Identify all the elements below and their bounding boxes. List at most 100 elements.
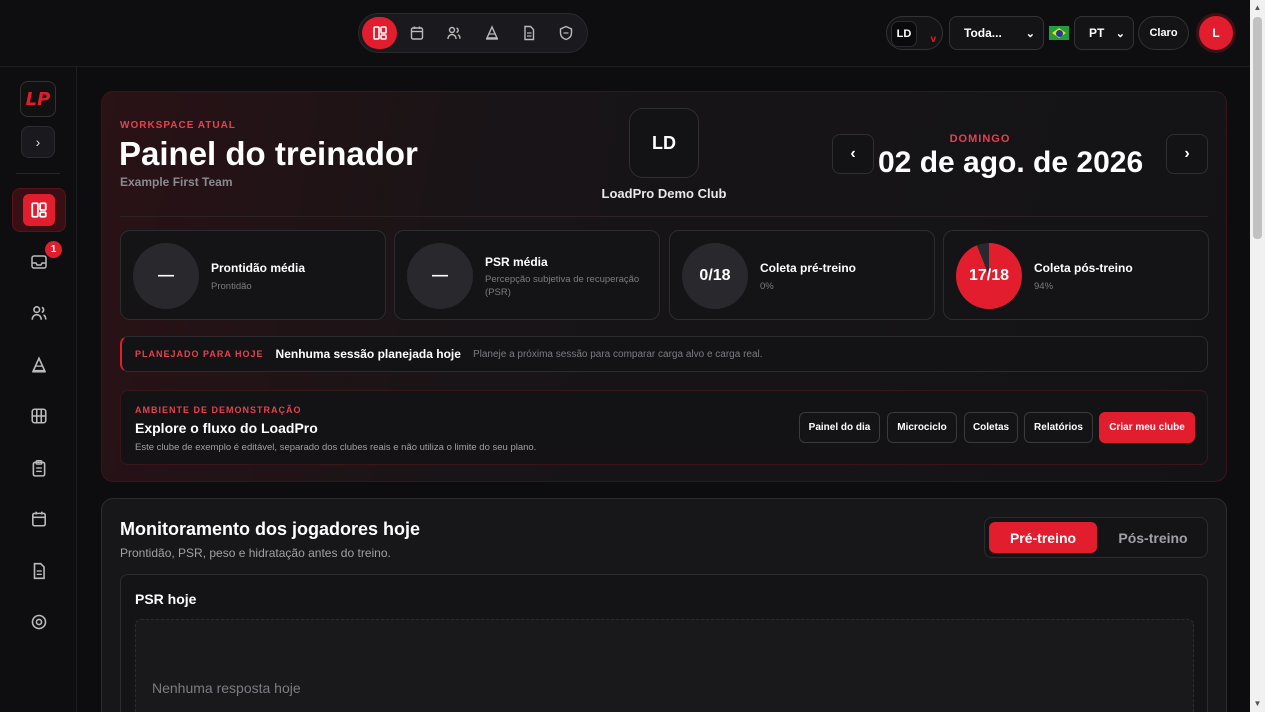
planned-label: PLANEJADO PARA HOJE <box>135 349 264 359</box>
tab-pre-training[interactable]: Pré-treino <box>989 522 1097 553</box>
theme-toggle-button[interactable]: Claro <box>1138 16 1189 50</box>
stat-value: — <box>133 243 199 309</box>
scroll-up-arrow-icon[interactable]: ▲ <box>1253 3 1262 13</box>
chevron-down-icon: v <box>930 34 936 45</box>
sidebar-item-settings[interactable] <box>12 600 66 644</box>
clipboard-icon <box>32 459 46 477</box>
sidebar-item-reports[interactable] <box>12 549 66 593</box>
stat-subtitle: 0% <box>760 281 774 292</box>
nav-club-button[interactable] <box>549 17 584 49</box>
app-logo[interactable]: LP <box>20 81 56 117</box>
nav-dashboard-button[interactable] <box>362 17 398 49</box>
document-icon <box>524 25 535 41</box>
sidebar-item-training[interactable] <box>12 343 66 387</box>
page-scrollbar[interactable]: ▲ ▼ <box>1250 0 1265 712</box>
stat-card-readiness: — Prontidão média Prontidão <box>120 230 386 320</box>
calendar-icon <box>410 26 424 40</box>
club-logo: LD <box>629 108 699 178</box>
inbox-badge: 1 <box>45 241 62 258</box>
psr-empty-state: Nenhuma resposta hoje <box>135 619 1194 712</box>
club-name: LoadPro Demo Club <box>601 186 727 201</box>
psr-empty-text: Nenhuma resposta hoje <box>152 680 301 696</box>
sidebar-item-assessments[interactable] <box>12 446 66 490</box>
stat-subtitle: Percepção subjetiva de recuperação (PSR) <box>485 274 640 298</box>
athletes-icon <box>447 26 462 40</box>
grid-icon <box>31 408 47 424</box>
workspace-label: WORKSPACE ATUAL <box>120 120 236 131</box>
team-name: Example First Team <box>120 175 233 189</box>
stat-title: Prontidão média <box>211 261 306 275</box>
tab-post-training[interactable]: Pós-treino <box>1101 522 1205 553</box>
top-nav <box>358 13 588 53</box>
daily-panel-button[interactable]: Painel do dia <box>799 412 880 443</box>
nav-training-button[interactable] <box>474 17 509 49</box>
monitoring-subtitle: Prontidão, PSR, peso e hidratação antes … <box>120 546 391 560</box>
collections-button[interactable]: Coletas <box>964 412 1018 443</box>
stat-value: 0/18 <box>682 243 748 309</box>
nav-athletes-button[interactable] <box>437 17 472 49</box>
psr-title: PSR hoje <box>135 591 197 607</box>
planned-title: Nenhuma sessão planejada hoje <box>275 347 461 361</box>
sidebar-item-calendar[interactable] <box>12 497 66 541</box>
sidebar-divider <box>16 173 60 174</box>
stat-subtitle: 94% <box>1034 281 1054 292</box>
demo-subtitle: Este clube de exemplo é editável, separa… <box>135 442 537 453</box>
player-monitoring-panel: Monitoramento dos jogadores hoje Prontid… <box>101 498 1227 712</box>
dashboard-icon <box>372 26 387 40</box>
app-root: LD v Toda... ⌄ PT ⌄ Claro L LP › 1 WORKS… <box>0 0 1265 712</box>
nav-reports-button[interactable] <box>511 17 546 49</box>
language-select[interactable]: PT ⌄ <box>1074 16 1134 50</box>
microcycle-button[interactable]: Microciclo <box>887 412 957 443</box>
sidebar-item-field[interactable] <box>12 394 66 438</box>
sidebar: LP › 1 <box>0 67 77 712</box>
calendar-icon <box>32 511 46 527</box>
main-content: WORKSPACE ATUAL Painel do treinador Exam… <box>77 67 1250 712</box>
weekday-label: DOMINGO <box>949 133 1011 145</box>
stat-value: — <box>407 243 473 309</box>
language-select-value: PT <box>1089 26 1105 40</box>
demo-environment-box: AMBIENTE DE DEMONSTRAÇÃO Explore o fluxo… <box>120 390 1208 465</box>
club-switcher-button[interactable]: LD v <box>886 16 943 50</box>
inbox-icon <box>31 255 47 269</box>
settings-icon <box>31 614 47 630</box>
next-day-button[interactable]: › <box>1166 134 1208 174</box>
current-date: 02 de ago. de 2026 <box>878 146 1144 179</box>
team-select[interactable]: Toda... ⌄ <box>949 16 1044 50</box>
training-phase-toggle: Pré-treino Pós-treino <box>984 517 1208 558</box>
brazil-flag-icon <box>1049 26 1069 40</box>
club-initials: LD <box>891 21 917 47</box>
workspace-hero: WORKSPACE ATUAL Painel do treinador Exam… <box>101 91 1227 482</box>
user-avatar[interactable]: L <box>1196 13 1236 53</box>
shield-icon <box>560 25 573 41</box>
sidebar-expand-button[interactable]: › <box>21 126 55 158</box>
cone-icon <box>485 25 498 40</box>
sidebar-item-dashboard[interactable] <box>12 188 66 232</box>
demo-title: Explore o fluxo do LoadPro <box>135 420 318 436</box>
chevron-down-icon: ⌄ <box>1025 27 1035 40</box>
previous-day-button[interactable]: ‹ <box>832 134 874 174</box>
dashboard-icon <box>31 202 47 218</box>
nav-calendar-button[interactable] <box>399 17 434 49</box>
logo-text: LP <box>25 88 51 110</box>
stat-subtitle: Prontidão <box>211 281 252 292</box>
monitoring-title: Monitoramento dos jogadores hoje <box>120 519 421 539</box>
scroll-down-arrow-icon[interactable]: ▼ <box>1253 699 1262 709</box>
top-bar: LD v Toda... ⌄ PT ⌄ Claro L <box>0 0 1250 67</box>
stat-card-pre-training: 0/18 Coleta pré-treino 0% <box>669 230 935 320</box>
planned-subtitle: Planeje a próxima sessão para comparar c… <box>472 348 763 360</box>
stat-card-psr: — PSR média Percepção subjetiva de recup… <box>394 230 660 320</box>
demo-label: AMBIENTE DE DEMONSTRAÇÃO <box>135 405 302 415</box>
create-club-button[interactable]: Criar meu clube <box>1099 412 1195 443</box>
scrollbar-thumb[interactable] <box>1253 17 1262 239</box>
chevron-down-icon: ⌄ <box>1115 27 1125 40</box>
stat-value: 17/18 <box>956 243 1022 309</box>
reports-button[interactable]: Relatórios <box>1024 412 1093 443</box>
document-icon <box>33 562 45 580</box>
stat-title: PSR média <box>485 255 548 269</box>
psr-today-card: PSR hoje Nenhuma resposta hoje <box>120 574 1208 712</box>
stat-card-post-training: 17/18 Coleta pós-treino 94% <box>943 230 1209 320</box>
hero-divider <box>120 216 1208 217</box>
stat-title: Coleta pós-treino <box>1034 261 1133 275</box>
team-select-value: Toda... <box>964 26 1002 40</box>
sidebar-item-athletes[interactable] <box>12 291 66 335</box>
